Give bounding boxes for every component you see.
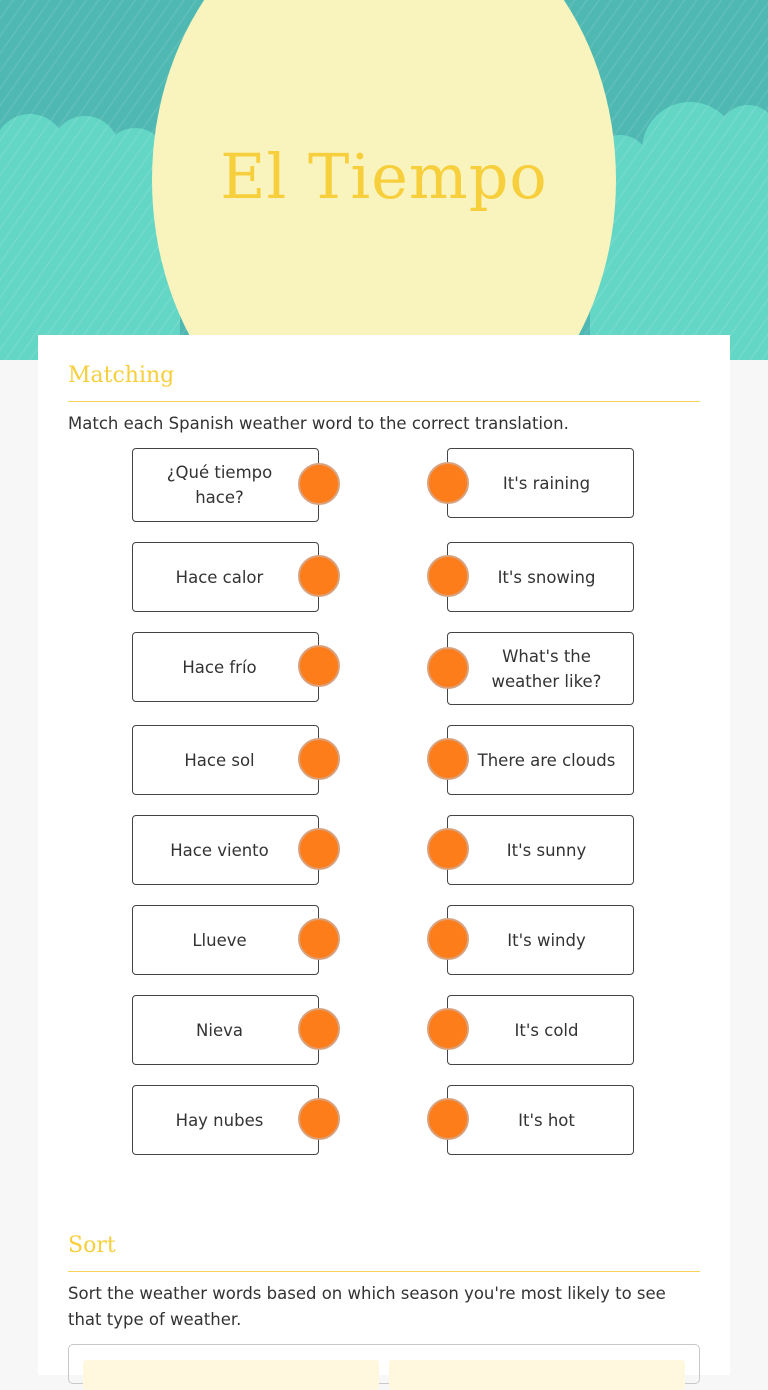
match-connector-right[interactable] (427, 828, 469, 870)
match-connector-right[interactable] (427, 1008, 469, 1050)
match-connector-left[interactable] (298, 1098, 340, 1140)
match-connector-right[interactable] (427, 555, 469, 597)
sort-divider (68, 1271, 700, 1272)
match-connector-left[interactable] (298, 738, 340, 780)
match-connector-right[interactable] (427, 1098, 469, 1140)
matching-divider (68, 401, 700, 402)
match-right-item[interactable]: It's snowing (447, 542, 634, 612)
match-right-item[interactable]: It's windy (447, 905, 634, 975)
match-right-item[interactable]: It's raining (447, 448, 634, 518)
match-connector-left[interactable] (298, 645, 340, 687)
match-right-item[interactable]: It's cold (447, 995, 634, 1065)
match-left-item[interactable]: ¿Qué tiempo hace? (132, 448, 319, 522)
match-left-item[interactable]: Hace calor (132, 542, 319, 612)
match-left-item[interactable]: Nieva (132, 995, 319, 1065)
sort-instructions: Sort the weather words based on which se… (68, 1284, 666, 1329)
sort-heading: Sort (68, 1233, 116, 1258)
worksheet-card: Matching Match each Spanish weather word… (38, 335, 730, 1390)
match-connector-left[interactable] (298, 828, 340, 870)
sort-bucket[interactable] (83, 1360, 379, 1390)
sort-bucket[interactable] (389, 1360, 685, 1390)
match-connector-left[interactable] (298, 555, 340, 597)
header-banner: El Tiempo (0, 0, 768, 360)
match-left-item[interactable]: Hay nubes (132, 1085, 319, 1155)
match-connector-right[interactable] (427, 462, 469, 504)
match-right-item[interactable]: It's hot (447, 1085, 634, 1155)
match-connector-right[interactable] (427, 647, 469, 689)
sort-container (68, 1344, 700, 1390)
match-connector-right[interactable] (427, 918, 469, 960)
match-left-item[interactable]: Hace frío (132, 632, 319, 702)
match-left-item[interactable]: Hace viento (132, 815, 319, 885)
match-left-item[interactable]: Llueve (132, 905, 319, 975)
match-right-item[interactable]: What's the weather like? (447, 632, 634, 705)
matching-heading: Matching (68, 363, 175, 388)
match-connector-left[interactable] (298, 463, 340, 505)
matching-instructions: Match each Spanish weather word to the c… (68, 414, 569, 433)
match-right-item[interactable]: There are clouds (447, 725, 634, 795)
match-connector-left[interactable] (298, 1008, 340, 1050)
match-connector-left[interactable] (298, 918, 340, 960)
match-connector-right[interactable] (427, 738, 469, 780)
match-left-item[interactable]: Hace sol (132, 725, 319, 795)
page-title: El Tiempo (220, 140, 548, 213)
match-right-item[interactable]: It's sunny (447, 815, 634, 885)
